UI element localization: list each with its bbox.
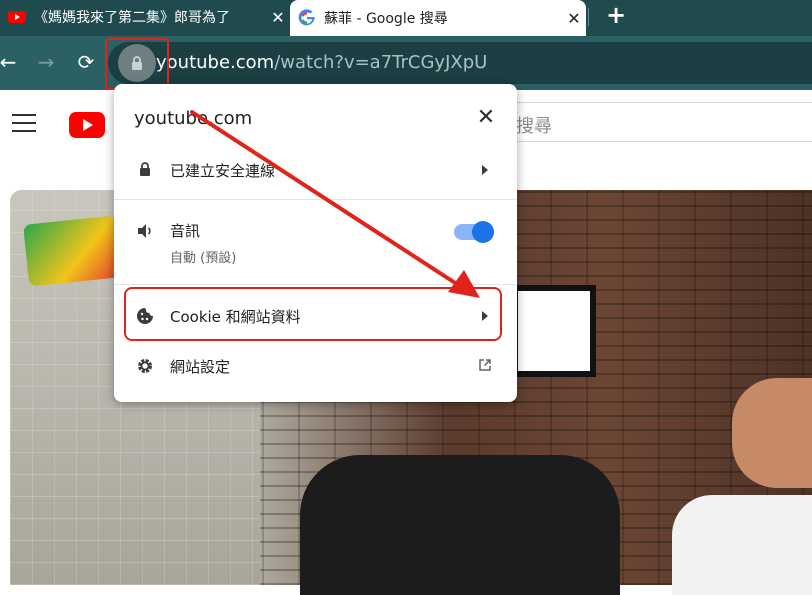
video-caption-graphic xyxy=(512,285,596,377)
url-host: youtube.com xyxy=(156,52,275,73)
connection-row[interactable]: 已建立安全連線 xyxy=(114,154,517,184)
back-button[interactable]: ← xyxy=(0,50,20,74)
lock-highlight-box xyxy=(105,38,169,90)
youtube-favicon-icon xyxy=(8,11,26,23)
video-person-dark xyxy=(300,455,620,595)
sound-label: 音訊 xyxy=(170,222,201,240)
sound-sublabel: 自動 (預設) xyxy=(170,251,237,266)
sound-toggle[interactable] xyxy=(454,221,494,243)
google-favicon-icon xyxy=(298,9,315,26)
tab-google-search[interactable]: 蘇菲 - Google 搜尋 ✕ xyxy=(290,0,586,36)
popup-site-title: youtube.com xyxy=(134,108,253,129)
chevron-right-icon xyxy=(482,165,488,175)
menu-icon[interactable] xyxy=(12,114,36,132)
tab-separator xyxy=(588,8,589,26)
site-settings-row[interactable]: 網站設定 xyxy=(114,352,517,382)
new-tab-button[interactable]: + xyxy=(604,3,628,27)
divider xyxy=(114,284,517,285)
tab-youtube-video[interactable]: 《媽媽我來了第二集》郎哥為了 ✕ xyxy=(0,0,290,34)
external-link-icon xyxy=(479,359,491,371)
video-person-face xyxy=(732,378,812,488)
reload-button[interactable]: ⟳ xyxy=(74,50,98,74)
connection-label: 已建立安全連線 xyxy=(170,162,276,180)
video-person-shirt xyxy=(672,495,812,595)
tab-close-icon[interactable]: ✕ xyxy=(562,9,586,28)
speaker-icon xyxy=(138,224,151,238)
site-settings-label: 網站設定 xyxy=(170,358,231,376)
tab-title: 《媽媽我來了第二集》郎哥為了 xyxy=(34,10,230,26)
url-text[interactable]: youtube.com/watch?v=a7TrCGyJXpU xyxy=(156,52,487,73)
toggle-knob xyxy=(472,221,494,243)
tab-title: 蘇菲 - Google 搜尋 xyxy=(324,11,448,27)
divider xyxy=(114,199,517,200)
search-placeholder: 搜尋 xyxy=(516,116,552,137)
tab-close-icon[interactable]: ✕ xyxy=(266,8,290,27)
show-logo-image xyxy=(23,215,121,287)
youtube-logo-icon[interactable] xyxy=(69,112,105,138)
url-path: /watch?v=a7TrCGyJXpU xyxy=(274,52,488,73)
close-icon[interactable]: ✕ xyxy=(474,106,498,130)
forward-button[interactable]: → xyxy=(34,50,58,74)
lock-icon xyxy=(140,162,150,176)
gear-icon xyxy=(138,359,152,373)
cookies-highlight-box xyxy=(124,287,502,341)
site-info-popup: youtube.com ✕ 已建立安全連線 音訊 自動 (預設) Cookie … xyxy=(114,84,517,402)
